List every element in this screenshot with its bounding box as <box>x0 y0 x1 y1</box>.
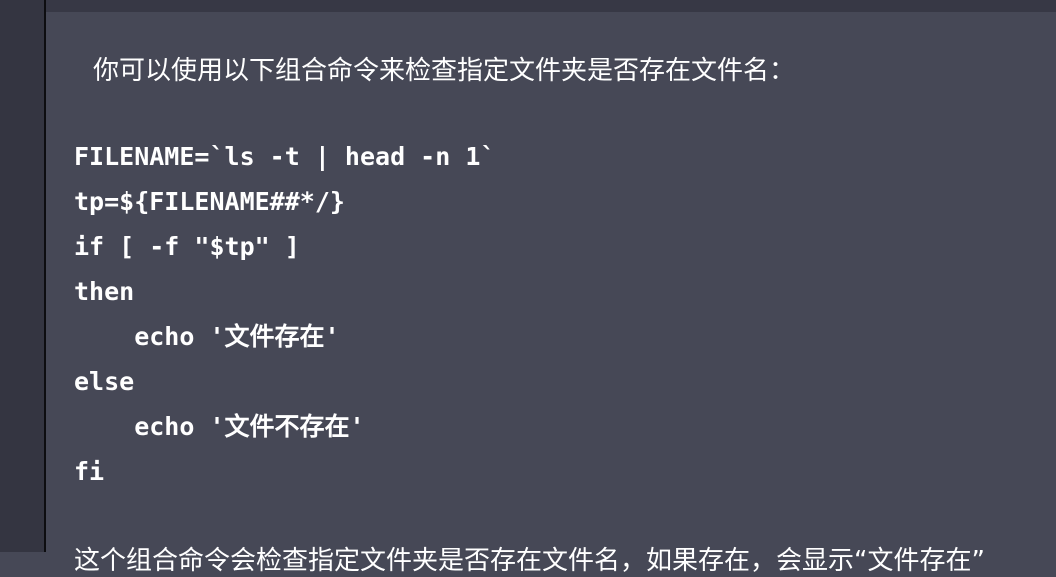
code-line: fi <box>74 457 105 486</box>
assistant-message: 你可以使用以下组合命令来检查指定文件夹是否存在文件名： FILENAME=`ls… <box>46 12 1056 576</box>
code-line: if [ -f "$tp" ] <box>74 232 300 261</box>
sidebar <box>0 0 46 552</box>
code-line: then <box>74 277 135 306</box>
code-line: FILENAME=`ls -t | head -n 1` <box>74 142 496 171</box>
intro-text: 你可以使用以下组合命令来检查指定文件夹是否存在文件名： <box>93 56 796 86</box>
outro-text: 这个组合命令会检查指定文件夹是否存在文件名，如果存在，会显示“文件存在” <box>74 546 985 576</box>
top-bar <box>46 0 1056 12</box>
code-line: echo '文件存在' <box>74 322 340 351</box>
code-line: tp=${FILENAME##*/} <box>74 187 345 216</box>
code-line: else <box>74 367 135 396</box>
code-block: FILENAME=`ls -t | head -n 1` tp=${FILENA… <box>74 134 495 494</box>
code-line: echo '文件不存在' <box>74 412 365 441</box>
